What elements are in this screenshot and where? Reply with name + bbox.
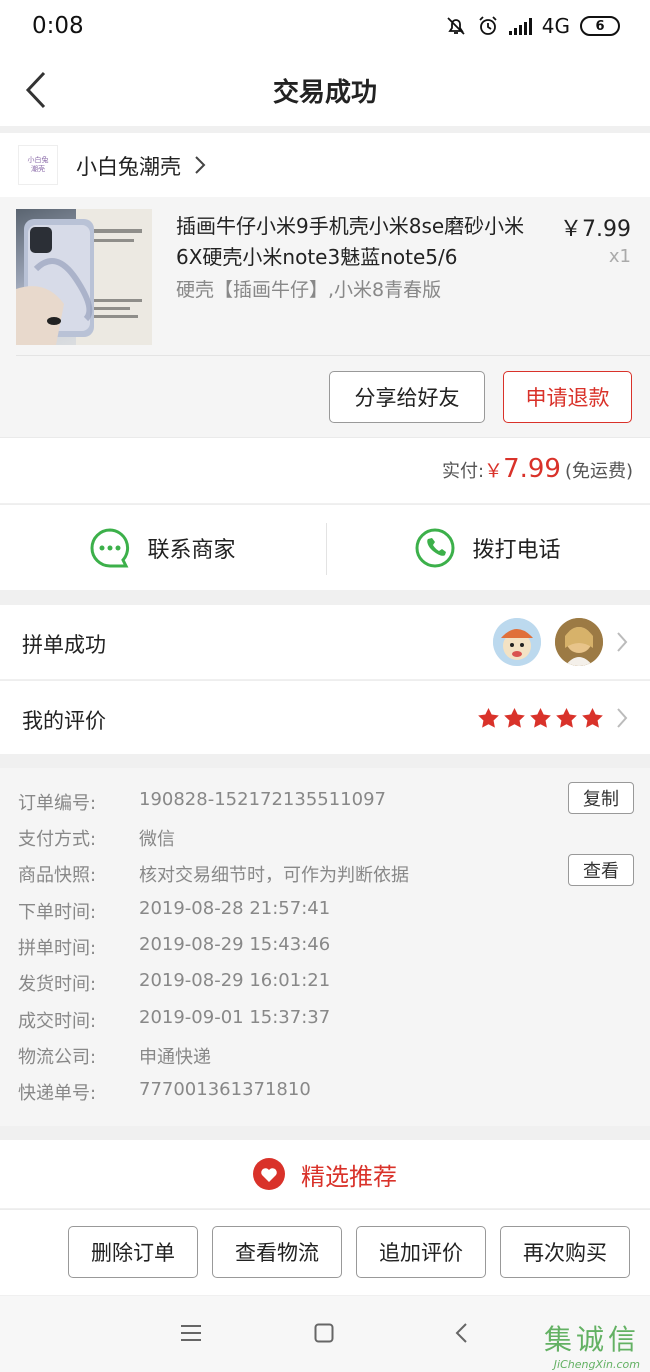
watermark-text: 集诚信 xyxy=(543,1323,640,1356)
home-icon[interactable] xyxy=(314,1323,334,1343)
shop-row[interactable]: 小白兔 潮壳 小白兔潮壳 xyxy=(0,133,650,197)
recommend-label: 精选推荐 xyxy=(301,1162,397,1191)
call-label: 拨打电话 xyxy=(472,538,561,563)
watermark: 集诚信 JiChengXin.com xyxy=(544,1318,640,1371)
product-spec: 硬壳【插画牛仔】,小米8青春版 xyxy=(176,279,442,301)
detail-key: 拼单时间: xyxy=(18,938,97,959)
phone-icon xyxy=(415,528,455,568)
chevron-right-icon xyxy=(617,708,628,728)
detail-row: 商品快照: 核对交易细节时，可作为判断依据 xyxy=(18,861,409,887)
product-name[interactable]: 插画牛仔小米9手机壳小米8se磨砂小米6X硬壳小米note3魅蓝note5/6 xyxy=(176,211,548,273)
total-label: 实付: xyxy=(441,461,485,482)
menu-icon[interactable] xyxy=(180,1324,202,1342)
logistics-company: 申通快递 xyxy=(139,1047,211,1068)
order-details: 订单编号: 190828-152172135511097 支付方式: 微信 商品快照… xyxy=(0,768,650,1126)
contact-row: 联系商家 拨打电话 xyxy=(0,504,650,590)
snapshot-note: 核对交易细节时，可作为判断依据 xyxy=(139,865,409,886)
add-review-button[interactable]: 追加评价 xyxy=(356,1226,486,1278)
status-time: 0:08 xyxy=(32,13,84,39)
buy-again-button[interactable]: 再次购买 xyxy=(500,1226,630,1278)
network-type: 4G xyxy=(541,14,570,38)
star-icon xyxy=(504,707,525,728)
rating-stars xyxy=(477,707,604,729)
star-icon xyxy=(556,707,577,728)
order-number: 190828-152172135511097 xyxy=(139,789,386,810)
contact-seller-label: 联系商家 xyxy=(147,538,236,563)
avatar xyxy=(555,618,603,666)
shop-name[interactable]: 小白兔潮壳 xyxy=(76,151,181,181)
status-icons: 4G 6 xyxy=(445,14,620,38)
battery-icon: 6 xyxy=(580,16,620,36)
shop-logo-text-2: 潮壳 xyxy=(31,165,45,173)
star-icon xyxy=(478,707,499,728)
chevron-right-icon xyxy=(195,156,206,174)
product-quantity: x1 xyxy=(608,246,631,267)
status-bar: 0:08 4G 6 xyxy=(0,0,650,52)
call-button[interactable]: 拨打电话 xyxy=(325,505,650,591)
detail-row: 订单编号: 190828-152172135511097 xyxy=(18,789,386,815)
detail-key: 商品快照: xyxy=(18,865,97,886)
detail-key: 订单编号: xyxy=(18,793,97,814)
star-icon xyxy=(530,707,551,728)
chat-icon xyxy=(90,528,130,568)
view-snapshot-button[interactable]: 查看 xyxy=(568,854,634,886)
chevron-right-icon xyxy=(617,632,628,652)
divider xyxy=(16,355,650,356)
page-title: 交易成功 xyxy=(272,78,377,108)
detail-row: 拼单时间: 2019-08-29 15:43:46 xyxy=(18,934,330,960)
watermark-url: JiChengXin.com xyxy=(553,1358,640,1371)
signal-icon xyxy=(508,17,532,35)
shipping-note: (免运费) xyxy=(564,461,633,482)
contact-seller-button[interactable]: 联系商家 xyxy=(0,505,325,591)
order-time: 2019-08-28 21:57:41 xyxy=(139,898,331,919)
detail-key: 发货时间: xyxy=(18,974,97,995)
group-success-row[interactable]: 拼单成功 xyxy=(0,605,650,679)
total-amount: 7.99 xyxy=(503,454,561,484)
shop-logo: 小白兔 潮壳 xyxy=(18,145,58,185)
view-logistics-button[interactable]: 查看物流 xyxy=(212,1226,342,1278)
share-button[interactable]: 分享给好友 xyxy=(329,371,485,423)
group-success-label: 拼单成功 xyxy=(22,633,106,657)
deal-time: 2019-09-01 15:37:37 xyxy=(139,1007,331,1028)
refund-button[interactable]: 申请退款 xyxy=(503,371,632,423)
total-row: 实付: ￥ 7.99 (免运费) xyxy=(0,437,650,503)
order-actions: 删除订单 查看物流 追加评价 再次购买 xyxy=(0,1209,650,1295)
heart-badge-icon xyxy=(253,1158,285,1190)
copy-button[interactable]: 复制 xyxy=(568,782,634,814)
ship-time: 2019-08-29 16:01:21 xyxy=(139,970,331,991)
shop-logo-text-1: 小白兔 xyxy=(27,156,49,164)
recommend-header: 精选推荐 xyxy=(0,1140,650,1208)
product-price: ￥7.99 xyxy=(560,217,631,242)
back-icon[interactable] xyxy=(454,1322,468,1344)
my-review-row[interactable]: 我的评价 xyxy=(0,680,650,754)
total-line: 实付: ￥ 7.99 (免运费) xyxy=(442,454,633,484)
detail-key: 物流公司: xyxy=(18,1047,97,1068)
total-currency: ￥ xyxy=(484,460,504,482)
app-header: 交易成功 xyxy=(0,52,650,126)
group-time: 2019-08-29 15:43:46 xyxy=(139,934,331,955)
detail-key: 成交时间: xyxy=(18,1011,97,1032)
avatar xyxy=(493,618,541,666)
detail-key: 下单时间: xyxy=(18,902,97,923)
detail-row: 支付方式: 微信 xyxy=(18,825,175,851)
product-card: 插画牛仔小米9手机壳小米8se磨砂小米6X硬壳小米note3魅蓝note5/6 … xyxy=(0,197,650,437)
detail-row: 下单时间: 2019-08-28 21:57:41 xyxy=(18,898,330,924)
detail-row: 快递单号: 777001361371810 xyxy=(18,1079,311,1105)
payment-method: 微信 xyxy=(139,829,175,850)
my-review-label: 我的评价 xyxy=(22,709,106,733)
alarm-icon xyxy=(479,16,497,35)
product-thumbnail[interactable] xyxy=(16,209,152,345)
star-icon xyxy=(582,707,603,728)
detail-row: 发货时间: 2019-08-29 16:01:21 xyxy=(18,970,330,996)
detail-key: 支付方式: xyxy=(18,829,97,850)
detail-row: 成交时间: 2019-09-01 15:37:37 xyxy=(18,1007,330,1033)
delete-order-button[interactable]: 删除订单 xyxy=(68,1226,198,1278)
tracking-number: 777001361371810 xyxy=(139,1079,311,1100)
detail-row: 物流公司: 申通快递 xyxy=(18,1043,211,1069)
detail-key: 快递单号: xyxy=(18,1083,97,1104)
battery-level: 6 xyxy=(595,18,605,34)
mute-bell-icon xyxy=(447,17,465,35)
